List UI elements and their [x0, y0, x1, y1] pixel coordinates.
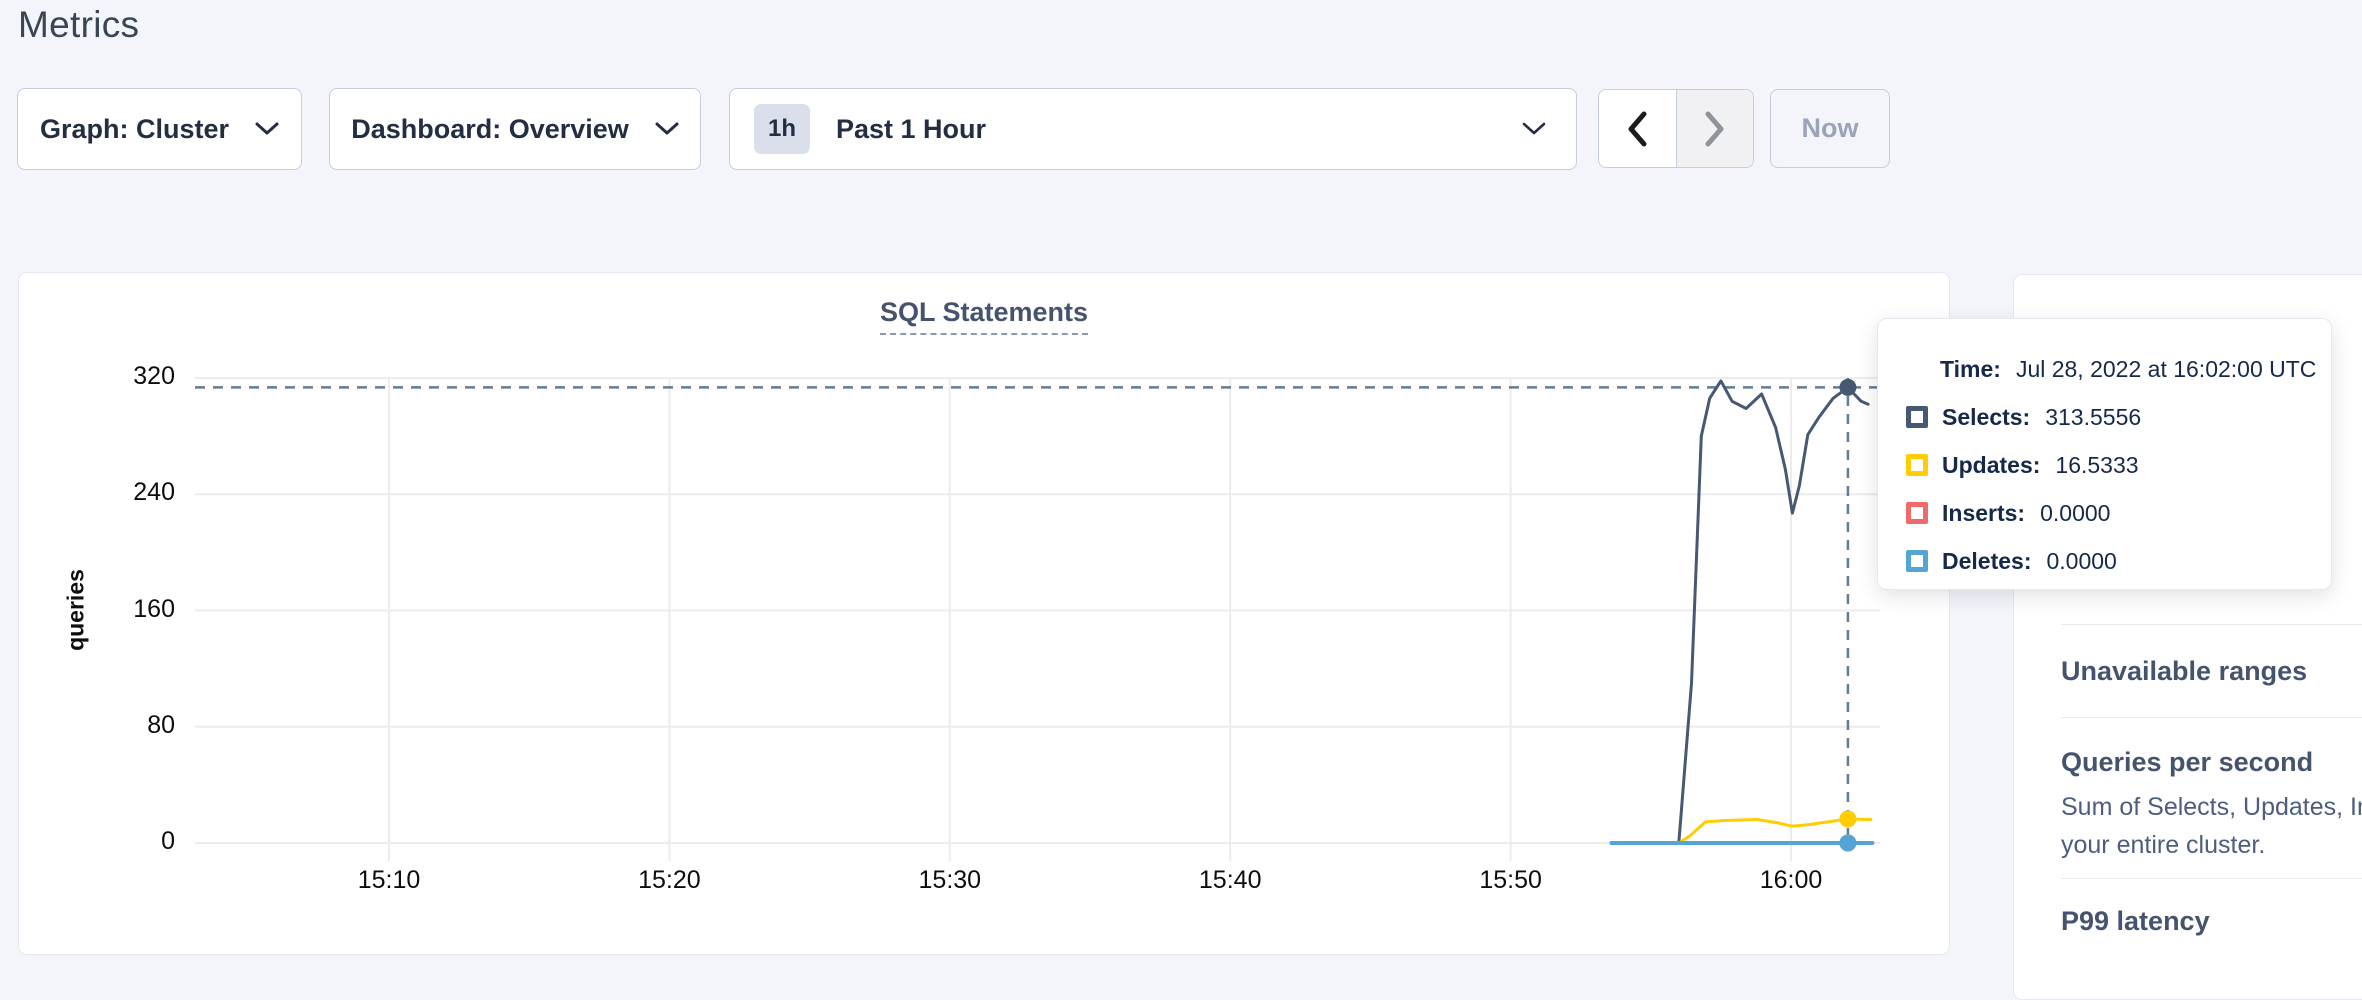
tooltip-series-label: Deletes:	[1942, 548, 2031, 575]
now-button[interactable]: Now	[1770, 89, 1890, 168]
tooltip-series-value: 16.5333	[2055, 452, 2138, 479]
tooltip-series-value: 0.0000	[2046, 548, 2116, 575]
tooltip-series-label: Updates:	[1942, 452, 2040, 479]
tooltip-series-label: Inserts:	[1942, 500, 2025, 527]
chart-hover-tooltip: Time: Jul 28, 2022 at 16:02:00 UTC Selec…	[1877, 318, 2332, 590]
time-range-badge: 1h	[754, 104, 810, 154]
sidebar-description-line: Sum of Selects, Updates, Inserts	[2061, 788, 2362, 826]
time-range-dropdown[interactable]: 1h Past 1 Hour	[729, 88, 1577, 170]
tooltip-series-row: Updates: 16.5333	[1878, 441, 2331, 489]
chart-title[interactable]: SQL Statements	[880, 297, 1088, 335]
sidebar-heading-queries-per-second: Queries per second	[2061, 747, 2362, 778]
tooltip-time-label: Time:	[1940, 356, 2001, 383]
chevron-down-icon	[1522, 122, 1546, 136]
sidebar-heading-unavailable-ranges: Unavailable ranges	[2061, 656, 2362, 687]
tooltip-series-row: Deletes: 0.0000	[1878, 537, 2331, 585]
deletes-series-swatch-icon	[1906, 550, 1928, 572]
tooltip-series-value: 0.0000	[2040, 500, 2110, 527]
sidebar-description-line: your entire cluster.	[2061, 826, 2362, 864]
sql-statements-chart-card	[18, 272, 1950, 955]
chart-title-wrap: SQL Statements	[18, 297, 1950, 335]
dashboard-dropdown-label: Dashboard: Overview	[351, 114, 629, 145]
time-window-nav	[1598, 89, 1754, 168]
tooltip-time-row: Time: Jul 28, 2022 at 16:02:00 UTC	[1878, 345, 2331, 393]
page-title: Metrics	[18, 4, 139, 46]
inserts-series-swatch-icon	[1906, 502, 1928, 524]
selects-series-swatch-icon	[1906, 406, 1928, 428]
time-range-label: Past 1 Hour	[836, 114, 986, 145]
tooltip-series-row: Selects: 313.5556	[1878, 393, 2331, 441]
graph-scope-dropdown-label: Graph: Cluster	[40, 114, 229, 145]
tooltip-series-value: 313.5556	[2045, 404, 2141, 431]
chevron-down-icon	[255, 122, 279, 136]
tooltip-series-label: Selects:	[1942, 404, 2030, 431]
sidebar-heading-p99-latency: P99 latency	[2061, 906, 2362, 937]
next-window-button[interactable]	[1676, 90, 1754, 167]
divider	[2061, 878, 2362, 879]
previous-window-button[interactable]	[1599, 90, 1676, 167]
tooltip-time-value: Jul 28, 2022 at 16:02:00 UTC	[2016, 356, 2316, 383]
chevron-left-icon	[1626, 111, 1648, 147]
chevron-right-icon	[1704, 111, 1726, 147]
chevron-down-icon	[655, 122, 679, 136]
dashboard-dropdown[interactable]: Dashboard: Overview	[329, 88, 701, 170]
graph-scope-dropdown[interactable]: Graph: Cluster	[17, 88, 302, 170]
y-axis-label: queries	[63, 569, 90, 651]
updates-series-swatch-icon	[1906, 454, 1928, 476]
divider	[2061, 717, 2362, 718]
tooltip-series-row: Inserts: 0.0000	[1878, 489, 2331, 537]
divider	[2061, 624, 2362, 625]
